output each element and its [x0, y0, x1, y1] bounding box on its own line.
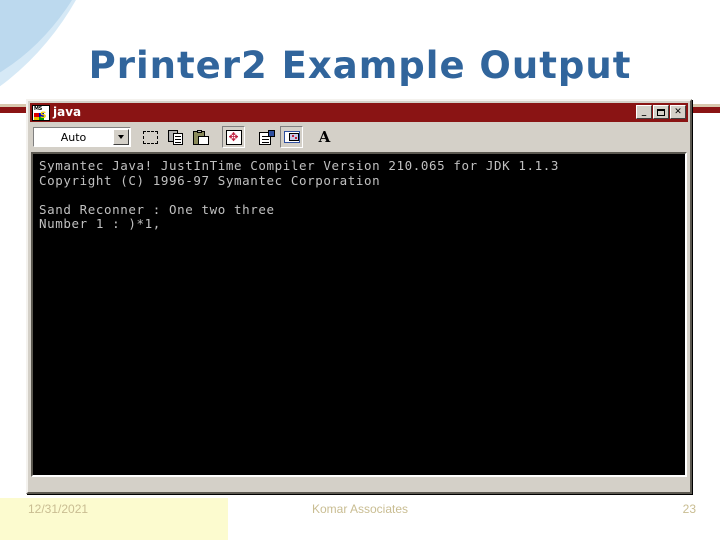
- console-window[interactable]: MS S java _ ✕ Auto ✥ A Symantec Java! Ju…: [26, 99, 692, 494]
- close-button[interactable]: ✕: [670, 105, 686, 119]
- minimize-icon: _: [641, 107, 647, 117]
- copy-icon: [167, 129, 184, 145]
- console-line: Number 1 : )*1,: [39, 216, 161, 231]
- copy-button[interactable]: [164, 126, 187, 148]
- marquee-select-icon: [143, 130, 158, 144]
- maximize-button[interactable]: [653, 105, 669, 119]
- paste-button[interactable]: [189, 126, 212, 148]
- window-controls: _ ✕: [636, 105, 686, 119]
- chevron-down-icon[interactable]: [113, 129, 129, 145]
- console-line: Symantec Java! JustInTime Compiler Versi…: [39, 158, 560, 173]
- background-window-icon: [283, 130, 300, 144]
- console-output-area[interactable]: Symantec Java! JustInTime Compiler Versi…: [31, 152, 687, 477]
- console-line: Copyright (C) 1996-97 Symantec Corporati…: [39, 172, 381, 188]
- slide: Printer2 Example Output MS S java _ ✕ Au…: [0, 0, 720, 540]
- mark-button[interactable]: [139, 126, 162, 148]
- window-title: java: [53, 105, 82, 119]
- background-button[interactable]: [280, 126, 303, 148]
- properties-button[interactable]: [255, 126, 278, 148]
- page-title: Printer2 Example Output: [88, 44, 632, 87]
- font-size-combobox-value: Auto: [60, 130, 87, 144]
- full-screen-button[interactable]: ✥: [222, 126, 245, 148]
- console-toolbar: Auto ✥ A: [30, 124, 688, 150]
- maximize-icon: [654, 106, 668, 118]
- font-a-icon: A: [318, 127, 331, 146]
- footer-page-number: 23: [682, 502, 696, 516]
- ms-dos-icon-s-glyph: S: [40, 110, 47, 121]
- properties-icon: [258, 129, 275, 145]
- font-size-combobox[interactable]: Auto: [33, 127, 131, 147]
- window-titlebar[interactable]: MS S java _ ✕: [30, 103, 688, 122]
- font-button[interactable]: A: [313, 126, 336, 148]
- title-area: Printer2 Example Output: [0, 44, 720, 88]
- ms-dos-icon[interactable]: MS S: [32, 104, 50, 121]
- paste-icon: [192, 129, 209, 145]
- minimize-button[interactable]: _: [636, 105, 652, 119]
- footer-company: Komar Associates: [311, 502, 409, 516]
- close-icon: ✕: [674, 106, 682, 117]
- fullscreen-arrows-icon: ✥: [225, 129, 242, 145]
- slide-footer: 12/31/2021 Komar Associates 23: [0, 502, 720, 526]
- console-line: Sand Reconner : One two three: [39, 201, 275, 217]
